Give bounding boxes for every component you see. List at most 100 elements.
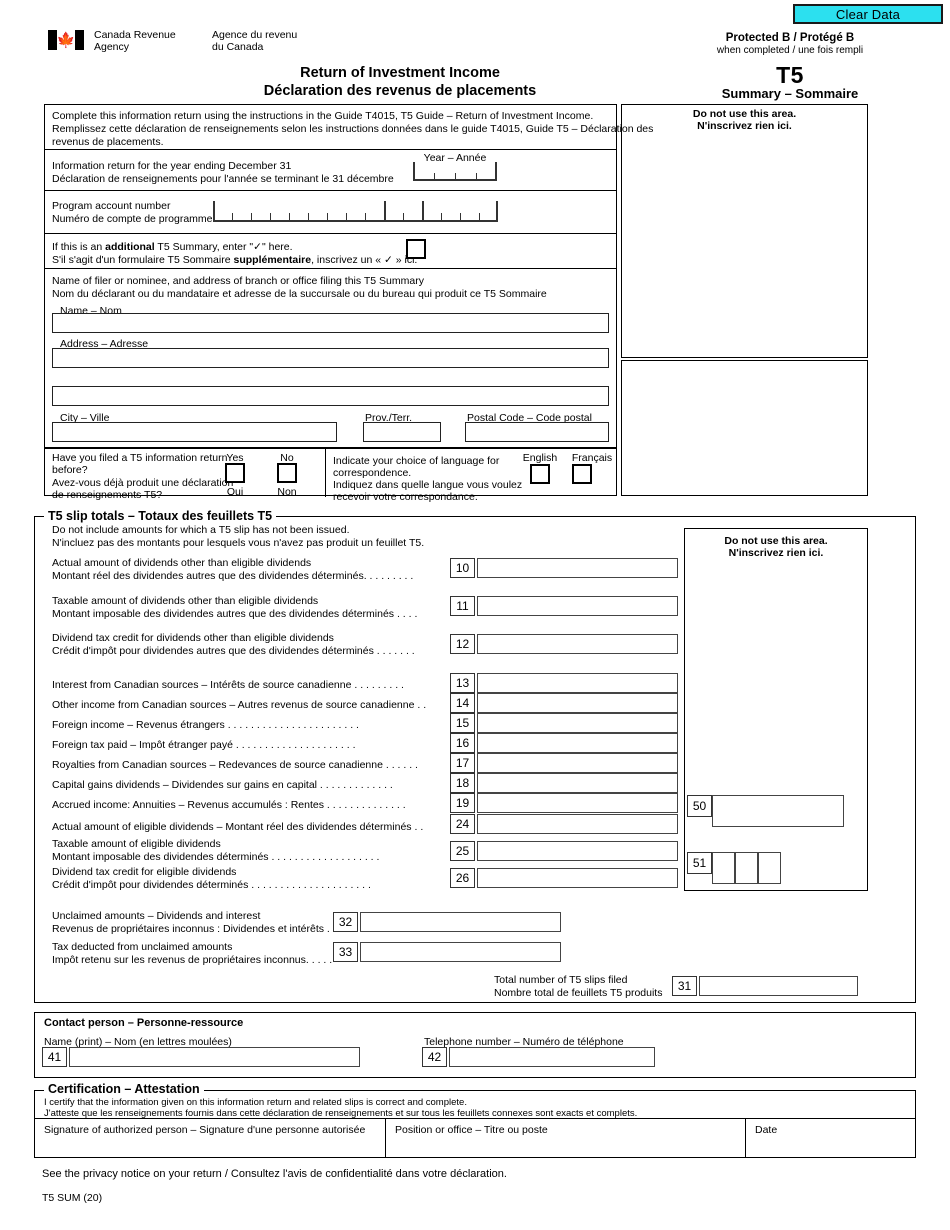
row-14-input[interactable] bbox=[477, 693, 678, 713]
title-fr: Déclaration des revenus de placements bbox=[263, 83, 537, 99]
additional-summary-checkbox[interactable] bbox=[406, 239, 426, 259]
row-16-box-number: 16 bbox=[450, 733, 475, 753]
row-33-label-en: Tax deducted from unclaimed amounts bbox=[52, 941, 233, 953]
row-33-input[interactable] bbox=[360, 942, 561, 962]
maple-leaf-icon: 🍁 bbox=[56, 31, 76, 49]
row-18-label: Capital gains dividends – Dividendes sur… bbox=[52, 779, 393, 791]
do-not-use-panel-top-lower bbox=[621, 360, 868, 496]
contact-name-box-number: 41 bbox=[42, 1047, 67, 1067]
do-not-use-top-line2: N'inscrivez rien ici. bbox=[697, 120, 792, 132]
francais-label: Français bbox=[571, 452, 613, 464]
row-15-label: Foreign income – Revenus étrangers . . .… bbox=[52, 719, 359, 731]
city-input[interactable] bbox=[52, 422, 337, 442]
instructions-line3: revenus de placements. bbox=[52, 136, 164, 148]
contact-phone-box-number: 42 bbox=[422, 1047, 447, 1067]
row-10-input[interactable] bbox=[477, 558, 678, 578]
divider-1 bbox=[44, 149, 617, 151]
filed-before-no-checkbox[interactable] bbox=[277, 463, 297, 483]
form-id: T5 SUM (20) bbox=[42, 1192, 103, 1204]
divider-3 bbox=[44, 233, 617, 235]
program-account-input[interactable] bbox=[213, 201, 498, 222]
row-14-box-number: 14 bbox=[450, 693, 475, 713]
instructions-line1: Complete this information return using t… bbox=[52, 110, 594, 122]
row-18-input[interactable] bbox=[477, 773, 678, 793]
form-code: T5 bbox=[776, 62, 804, 88]
row-51-cell-2[interactable] bbox=[735, 852, 758, 884]
position-input[interactable] bbox=[387, 1119, 745, 1158]
filer-heading-en: Name of filer or nominee, and address of… bbox=[52, 275, 424, 287]
filed-before-yes-checkbox[interactable] bbox=[225, 463, 245, 483]
row-17-input[interactable] bbox=[477, 753, 678, 773]
filed-before-q-fr-1: Avez-vous déjà produit une déclaration bbox=[52, 477, 234, 489]
row-10-label-en: Actual amount of dividends other than el… bbox=[52, 557, 312, 569]
year-input[interactable] bbox=[413, 162, 497, 181]
row-51-cell-3[interactable] bbox=[758, 852, 781, 884]
row-51-cell-1[interactable] bbox=[712, 852, 735, 884]
oui-label: Oui bbox=[226, 486, 244, 498]
do-not-use-bottom-line2: N'inscrivez rien ici. bbox=[728, 547, 824, 559]
protected-sublabel: when completed / une fois rempli bbox=[716, 45, 864, 56]
row-51-box-number: 51 bbox=[687, 852, 712, 874]
row-11-label-en: Taxable amount of dividends other than e… bbox=[52, 595, 319, 607]
row-16-input[interactable] bbox=[477, 733, 678, 753]
additional-summary-label-en: If this is an additional T5 Summary, ent… bbox=[52, 241, 293, 253]
do-not-use-bottom-line1: Do not use this area. bbox=[724, 535, 828, 547]
row-50-input[interactable] bbox=[712, 795, 844, 827]
name-input[interactable] bbox=[52, 313, 609, 333]
row-12-label-en: Dividend tax credit for dividends other … bbox=[52, 632, 334, 644]
row-26-box-number: 26 bbox=[450, 868, 475, 888]
row-33-box-number: 33 bbox=[333, 942, 358, 962]
row-24-input[interactable] bbox=[477, 814, 678, 834]
english-label: English bbox=[522, 452, 558, 464]
contact-phone-input[interactable] bbox=[449, 1047, 655, 1067]
row-12-box-number: 12 bbox=[450, 634, 475, 654]
row-32-input[interactable] bbox=[360, 912, 561, 932]
contact-legend: Contact person – Personne-ressource bbox=[44, 1017, 244, 1029]
date-input[interactable] bbox=[747, 1119, 916, 1158]
address-line2-input[interactable] bbox=[52, 386, 609, 406]
instructions-line2: Remplissez cette déclaration de renseign… bbox=[52, 123, 654, 135]
row-11-input[interactable] bbox=[477, 596, 678, 616]
vertical-divider-language bbox=[325, 449, 327, 497]
row-13-input[interactable] bbox=[477, 673, 678, 693]
prov-input[interactable] bbox=[363, 422, 441, 442]
total-slips-label-fr: Nombre total de feuillets T5 produits bbox=[494, 987, 663, 999]
total-slips-label-en: Total number of T5 slips filed bbox=[494, 974, 628, 986]
postal-code-input[interactable] bbox=[465, 422, 609, 442]
row-11-label-fr: Montant imposable des dividendes autres … bbox=[52, 608, 418, 620]
row-13-label: Interest from Canadian sources – Intérêt… bbox=[52, 679, 404, 691]
language-francais-checkbox[interactable] bbox=[572, 464, 592, 484]
year-row-label-fr: Déclaration de renseignements pour l'ann… bbox=[52, 173, 394, 185]
non-label: Non bbox=[277, 486, 297, 498]
total-slips-input[interactable] bbox=[699, 976, 858, 996]
row-26-input[interactable] bbox=[477, 868, 678, 888]
contact-name-input[interactable] bbox=[69, 1047, 360, 1067]
row-13-box-number: 13 bbox=[450, 673, 475, 693]
row-17-box-number: 17 bbox=[450, 753, 475, 773]
row-26-label-en: Dividend tax credit for eligible dividen… bbox=[52, 866, 237, 878]
clear-data-button[interactable]: Clear Data bbox=[793, 4, 943, 24]
filed-before-q-en-2: before? bbox=[52, 464, 88, 476]
row-19-input[interactable] bbox=[477, 793, 678, 813]
do-not-use-panel-top bbox=[621, 104, 868, 358]
address-input[interactable] bbox=[52, 348, 609, 368]
privacy-notice: See the privacy notice on your return / … bbox=[42, 1168, 507, 1180]
row-15-input[interactable] bbox=[477, 713, 678, 733]
row-25-label-en: Taxable amount of eligible dividends bbox=[52, 838, 221, 850]
row-50-box-number: 50 bbox=[687, 795, 712, 817]
agency-name-fr-line1: Agence du revenu bbox=[212, 29, 298, 41]
signature-input[interactable] bbox=[34, 1119, 385, 1158]
row-18-box-number: 18 bbox=[450, 773, 475, 793]
language-q-fr-1: Indiquez dans quelle langue vous voulez bbox=[333, 479, 523, 491]
canada-flag-icon: 🍁 bbox=[48, 30, 84, 50]
slip-totals-note-en: Do not include amounts for which a T5 sl… bbox=[52, 524, 350, 536]
row-12-input[interactable] bbox=[477, 634, 678, 654]
program-account-label-fr: Numéro de compte de programme bbox=[52, 213, 213, 225]
cra-logo: 🍁 Canada Revenue Agency Agence du revenu… bbox=[48, 29, 298, 53]
t5-summary-form: Clear Data 🍁 Canada Revenue Agency Agenc… bbox=[0, 0, 950, 1230]
row-19-label: Accrued income: Annuities – Revenus accu… bbox=[52, 799, 406, 811]
row-33-label-fr: Impôt retenu sur les revenus de propriét… bbox=[52, 954, 333, 966]
row-25-input[interactable] bbox=[477, 841, 678, 861]
agency-name-en-line1: Canada Revenue bbox=[94, 29, 176, 41]
language-english-checkbox[interactable] bbox=[530, 464, 550, 484]
